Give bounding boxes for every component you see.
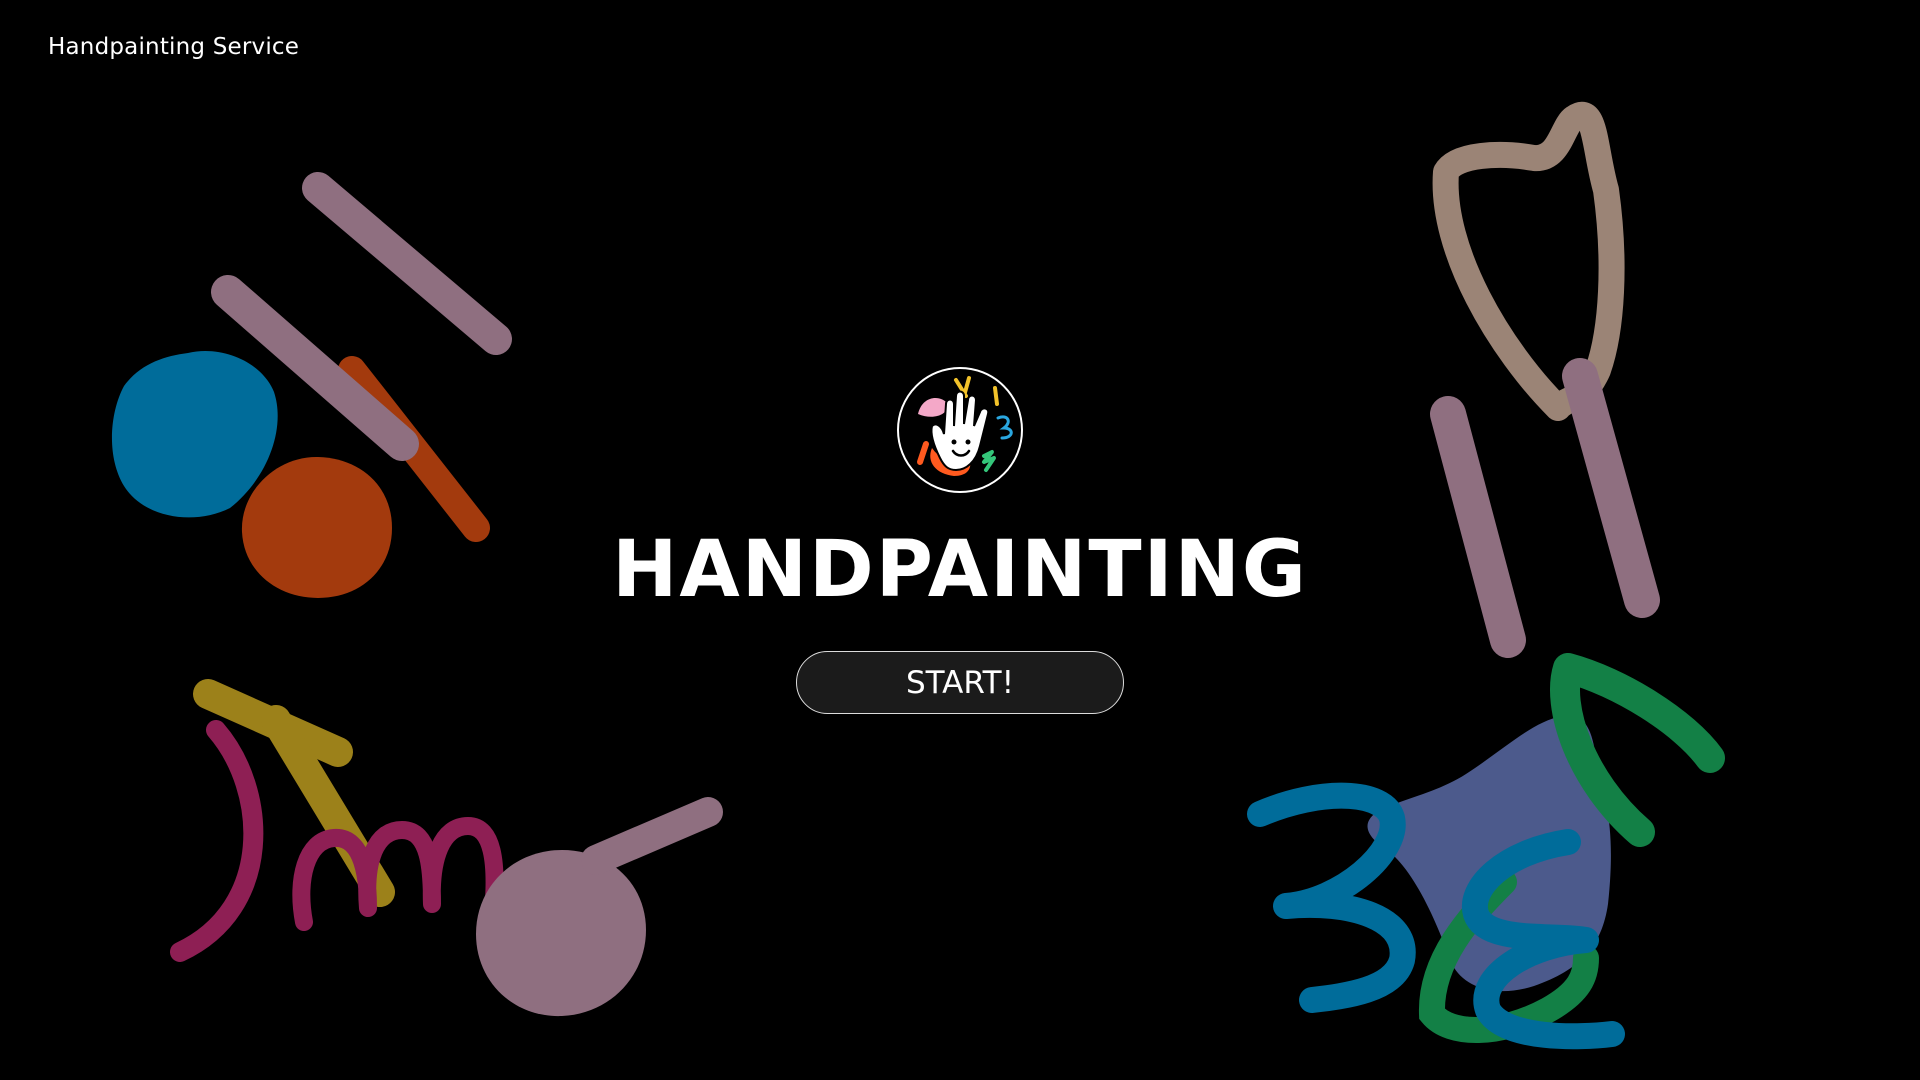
paint-stroke bbox=[170, 720, 264, 962]
paint-stroke bbox=[302, 172, 512, 355]
paint-blob bbox=[476, 850, 646, 1017]
paint-stroke bbox=[1430, 396, 1526, 658]
paint-stroke bbox=[1247, 782, 1416, 1013]
paint-stroke bbox=[581, 797, 723, 875]
start-button[interactable]: START! bbox=[796, 651, 1124, 714]
home-screen: Handpainting Service HANDPAINTING START! bbox=[0, 0, 1920, 1080]
waving-hand-icon bbox=[897, 367, 1023, 493]
paint-blob bbox=[241, 456, 392, 598]
paint-stroke bbox=[292, 817, 504, 931]
page-title: HANDPAINTING bbox=[612, 525, 1308, 615]
paint-stroke bbox=[1562, 358, 1660, 618]
brand-name: Handpainting Service bbox=[48, 34, 300, 60]
